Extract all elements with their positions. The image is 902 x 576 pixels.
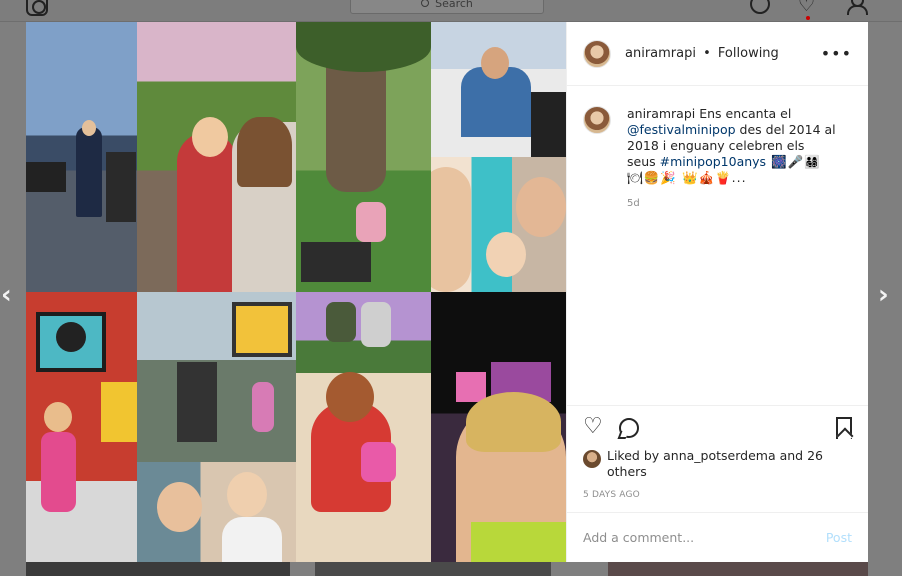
instagram-logo-icon[interactable]	[26, 0, 48, 16]
collage-photo	[296, 22, 431, 292]
caption-age: 5d	[627, 198, 640, 209]
post-comment-button[interactable]: Post	[826, 530, 852, 545]
comment-bubble-icon[interactable]	[619, 418, 639, 438]
compass-icon[interactable]	[750, 0, 770, 14]
likes-middle: and	[775, 448, 808, 463]
collage-photo	[431, 22, 566, 157]
collage-photo	[26, 22, 137, 292]
caption-username[interactable]: aniramrapi	[627, 106, 695, 121]
hashtag-link[interactable]: #minipop10anys	[660, 154, 766, 169]
post-author: aniramrapi • Following	[625, 46, 779, 61]
caption-text: aniramrapi Ens encanta el @festivalminip…	[627, 106, 837, 186]
collage-photo	[431, 157, 566, 292]
more-options-icon[interactable]: •••	[821, 44, 852, 63]
avatar[interactable]	[583, 39, 611, 68]
background-header: Search ♡	[0, 0, 902, 22]
like-heart-icon[interactable]: ♡	[583, 416, 605, 439]
collage-photo	[137, 462, 296, 562]
mention-link[interactable]: @festivalminipop	[627, 122, 736, 137]
post-header: aniramrapi • Following •••	[567, 22, 868, 86]
collage-photo	[26, 292, 137, 562]
header-separator: •	[703, 46, 711, 61]
post-actions: ♡ Liked by anna_potserdema and 26 others…	[567, 405, 868, 512]
notification-dot	[806, 16, 810, 20]
comment-input[interactable]	[583, 530, 826, 545]
liker-username[interactable]: anna_potserdema	[663, 448, 775, 463]
collage-photo	[431, 292, 566, 562]
likes-summary: Liked by anna_potserdema and 26 others	[583, 448, 852, 480]
collage-photo	[137, 22, 296, 292]
likes-prefix: Liked by	[607, 448, 664, 463]
bookmark-icon[interactable]	[836, 417, 852, 439]
avatar[interactable]	[583, 450, 601, 468]
post-modal: aniramrapi • Following ••• aniramrapi En…	[26, 22, 868, 562]
search-placeholder: Search	[435, 0, 473, 10]
likes-text: Liked by anna_potserdema and 26 others	[607, 448, 827, 480]
caption-text-part: Ens encanta el	[695, 106, 792, 121]
search-icon	[421, 0, 430, 7]
post-side-panel: aniramrapi • Following ••• aniramrapi En…	[566, 22, 868, 562]
avatar[interactable]	[583, 106, 611, 134]
next-post-arrow[interactable]: ›	[878, 280, 889, 310]
background-thumbnail	[26, 562, 290, 576]
profile-icon[interactable]	[846, 0, 868, 15]
previous-post-arrow[interactable]: ‹	[1, 280, 12, 310]
comments-section: aniramrapi Ens encanta el @festivalminip…	[567, 86, 868, 405]
search-input[interactable]: Search	[350, 0, 544, 14]
background-thumbnail	[608, 562, 868, 576]
caption: aniramrapi Ens encanta el @festivalminip…	[583, 106, 852, 186]
background-thumbnail	[315, 562, 551, 576]
collage-photo	[296, 292, 431, 562]
author-username[interactable]: aniramrapi	[625, 46, 696, 61]
post-timestamp[interactable]: 5 DAYS AGO	[583, 490, 852, 512]
add-comment-bar: Post	[567, 512, 868, 562]
collage-photo	[137, 292, 296, 462]
heart-icon[interactable]: ♡	[798, 0, 818, 16]
post-photo-collage[interactable]	[26, 22, 566, 562]
follow-button[interactable]: Following	[718, 46, 779, 61]
action-icons: ♡	[583, 416, 852, 440]
